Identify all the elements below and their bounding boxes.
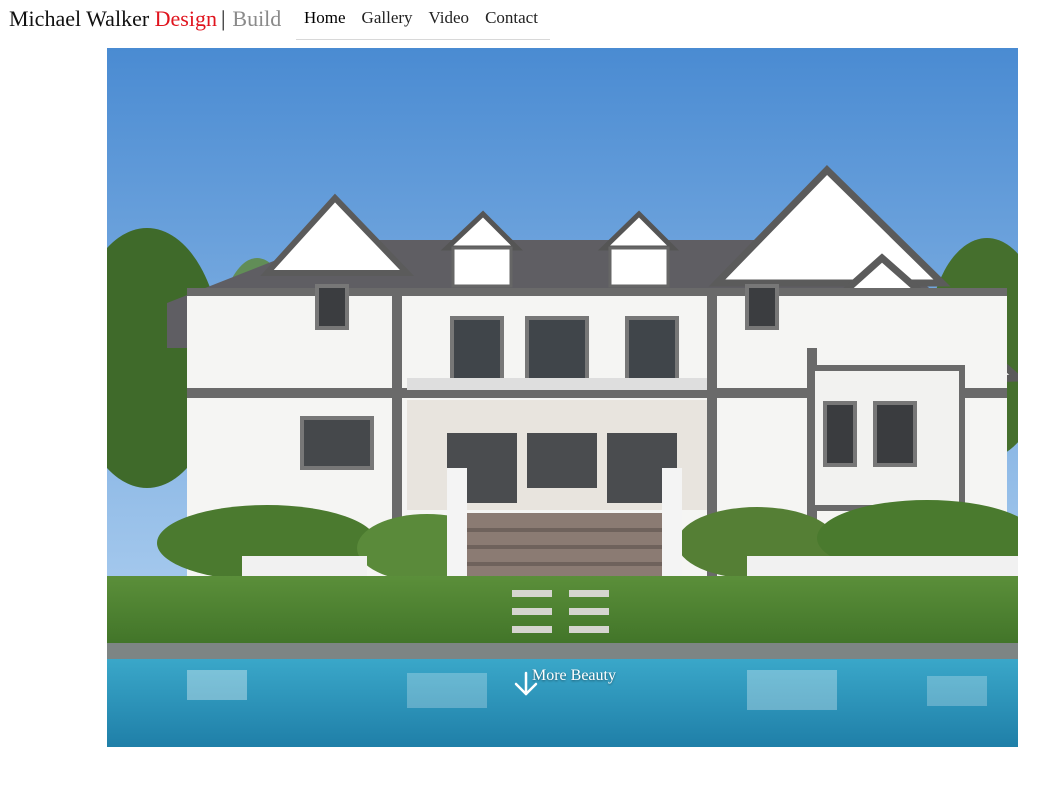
house-photo [107, 48, 1018, 747]
nav-gallery[interactable]: Gallery [362, 8, 413, 28]
arrow-down-icon [514, 671, 538, 696]
brand-separator: | [220, 6, 226, 31]
more-beauty-button[interactable]: More Beauty [513, 666, 635, 696]
brand-design: Design [154, 6, 217, 31]
brand-build: Build [232, 6, 282, 31]
site-header: Michael Walker Design | Build Home Gallery… [0, 0, 1063, 46]
nav-contact[interactable]: Contact [485, 8, 538, 28]
nav-video[interactable]: Video [429, 8, 470, 28]
nav-home[interactable]: Home [304, 8, 346, 28]
site-logo[interactable]: Michael Walker Design | Build [9, 5, 281, 33]
main-nav: Home Gallery Video Contact [296, 0, 550, 40]
brand-name: Michael Walker [9, 6, 150, 31]
hero-image: More Beauty [107, 48, 1018, 747]
